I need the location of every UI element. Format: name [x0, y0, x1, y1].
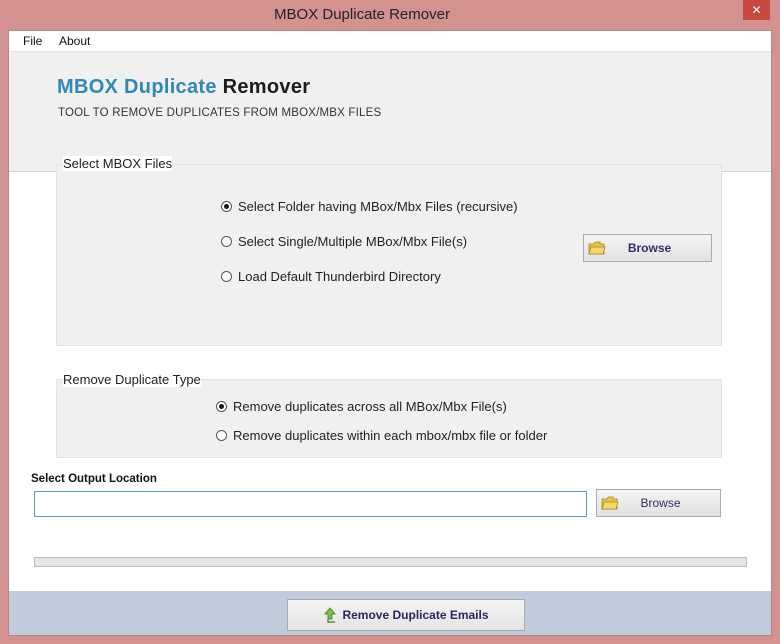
- radio-label: Remove duplicates within each mbox/mbx f…: [233, 428, 548, 443]
- radio-button[interactable]: [216, 430, 227, 441]
- app-title-rest: Remover: [222, 76, 311, 98]
- radio-select-folder[interactable]: Select Folder having MBox/Mbx Files (rec…: [221, 199, 518, 214]
- radio-button[interactable]: [221, 271, 232, 282]
- radio-button[interactable]: [216, 401, 227, 412]
- remove-duplicates-label: Remove Duplicate Emails: [342, 608, 489, 622]
- remove-duplicates-button[interactable]: Remove Duplicate Emails: [287, 599, 525, 631]
- window-title: MBOX Duplicate Remover: [274, 6, 450, 23]
- browse-output-button[interactable]: Browse: [596, 489, 721, 517]
- menu-file[interactable]: File: [23, 34, 42, 48]
- close-icon: ✕: [751, 3, 762, 17]
- radio-thunderbird[interactable]: Load Default Thunderbird Directory: [221, 269, 441, 284]
- radio-button[interactable]: [221, 236, 232, 247]
- browse-files-button[interactable]: Browse: [583, 234, 712, 262]
- folder-icon: [601, 496, 619, 510]
- select-files-label: Select MBOX Files: [63, 156, 173, 171]
- header-banner: MBOX Duplicate Remover TOOL TO REMOVE DU…: [9, 52, 771, 172]
- duplicate-type-label: Remove Duplicate Type: [63, 372, 201, 387]
- footer-bar: Remove Duplicate Emails: [9, 591, 771, 635]
- output-location-label: Select Output Location: [31, 473, 157, 485]
- radio-label: Select Single/Multiple MBox/Mbx File(s): [238, 234, 468, 249]
- app-subtitle: TOOL TO REMOVE DUPLICATES FROM MBOX/MBX …: [58, 107, 382, 119]
- radio-across-files[interactable]: Remove duplicates across all MBox/Mbx Fi…: [216, 399, 507, 414]
- duplicate-type-group: [56, 379, 722, 458]
- app-title: MBOX Duplicate Remover: [57, 76, 310, 99]
- menu-bar: File About: [9, 31, 771, 52]
- browse-output-label: Browse: [640, 496, 681, 510]
- title-bar: MBOX Duplicate Remover ✕: [0, 0, 780, 30]
- radio-label: Load Default Thunderbird Directory: [238, 269, 441, 284]
- app-title-accent: MBOX Duplicate: [57, 76, 217, 98]
- radio-within-each[interactable]: Remove duplicates within each mbox/mbx f…: [216, 428, 547, 443]
- progress-bar: [34, 557, 747, 567]
- radio-label: Select Folder having MBox/Mbx Files (rec…: [238, 199, 518, 214]
- folder-icon: [588, 241, 606, 255]
- radio-label: Remove duplicates across all MBox/Mbx Fi…: [233, 399, 507, 414]
- radio-select-files[interactable]: Select Single/Multiple MBox/Mbx File(s): [221, 234, 467, 249]
- app-window: File About MBOX Duplicate Remover TOOL T…: [8, 30, 772, 636]
- radio-button[interactable]: [221, 201, 232, 212]
- output-location-input[interactable]: [34, 491, 587, 517]
- arrow-up-icon: [324, 607, 337, 623]
- browse-files-label: Browse: [627, 241, 672, 255]
- close-button[interactable]: ✕: [743, 0, 770, 20]
- menu-about[interactable]: About: [59, 34, 90, 48]
